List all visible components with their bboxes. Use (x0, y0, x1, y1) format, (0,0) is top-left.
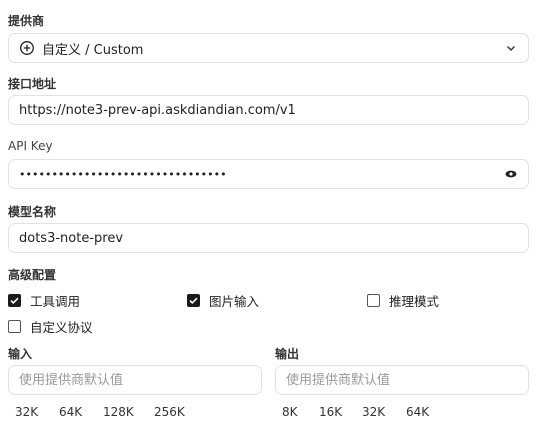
output-preset-64k[interactable]: 64K (406, 405, 429, 419)
output-field[interactable] (275, 365, 529, 395)
endpoint-field[interactable] (8, 95, 529, 125)
endpoint-label: 接口地址 (8, 77, 57, 91)
input-context-input[interactable] (19, 372, 251, 388)
endpoint-input[interactable] (19, 102, 518, 118)
api-key-field[interactable] (8, 159, 529, 189)
input-preset-32k[interactable]: 32K (15, 405, 38, 419)
model-input[interactable] (19, 230, 518, 246)
checkbox-label: 推理模式 (389, 294, 440, 309)
checkbox-label: 自定义协议 (30, 320, 93, 335)
output-preset-8k[interactable]: 8K (282, 405, 298, 419)
input-preset-64k[interactable]: 64K (59, 405, 82, 419)
input-context-field[interactable] (8, 365, 262, 395)
checkbox-image-input[interactable]: 图片输入 (187, 291, 259, 310)
checkbox-label: 工具调用 (30, 294, 81, 309)
provider-label: 提供商 (8, 14, 45, 28)
checkbox-unchecked-icon[interactable] (8, 320, 21, 333)
model-label: 模型名称 (8, 205, 57, 219)
api-key-label: API Key (8, 139, 53, 153)
input-preset-256k[interactable]: 256K (154, 405, 185, 419)
output-label: 输出 (275, 347, 300, 361)
provider-select[interactable]: 自定义 / Custom (8, 33, 529, 63)
model-field[interactable] (8, 223, 529, 253)
output-preset-16k[interactable]: 16K (319, 405, 342, 419)
checkbox-unchecked-icon[interactable] (367, 294, 380, 307)
api-key-input[interactable] (19, 167, 504, 181)
provider-selected-value: 自定义 / Custom (42, 42, 144, 58)
advanced-label: 高级配置 (8, 268, 57, 282)
checkbox-checked-icon[interactable] (187, 294, 200, 307)
chevron-down-icon (504, 41, 518, 55)
output-preset-32k[interactable]: 32K (362, 405, 385, 419)
checkbox-label: 图片输入 (209, 294, 260, 309)
plus-circle-icon (19, 40, 35, 56)
checkbox-tool-calling[interactable]: 工具调用 (8, 291, 80, 310)
checkbox-checked-icon[interactable] (8, 294, 21, 307)
input-preset-128k[interactable]: 128K (103, 405, 134, 419)
checkbox-reasoning-mode[interactable]: 推理模式 (367, 291, 439, 310)
eye-icon[interactable] (504, 167, 518, 181)
output-input[interactable] (286, 372, 518, 388)
input-label: 输入 (8, 347, 33, 361)
checkbox-custom-protocol[interactable]: 自定义协议 (8, 317, 93, 336)
